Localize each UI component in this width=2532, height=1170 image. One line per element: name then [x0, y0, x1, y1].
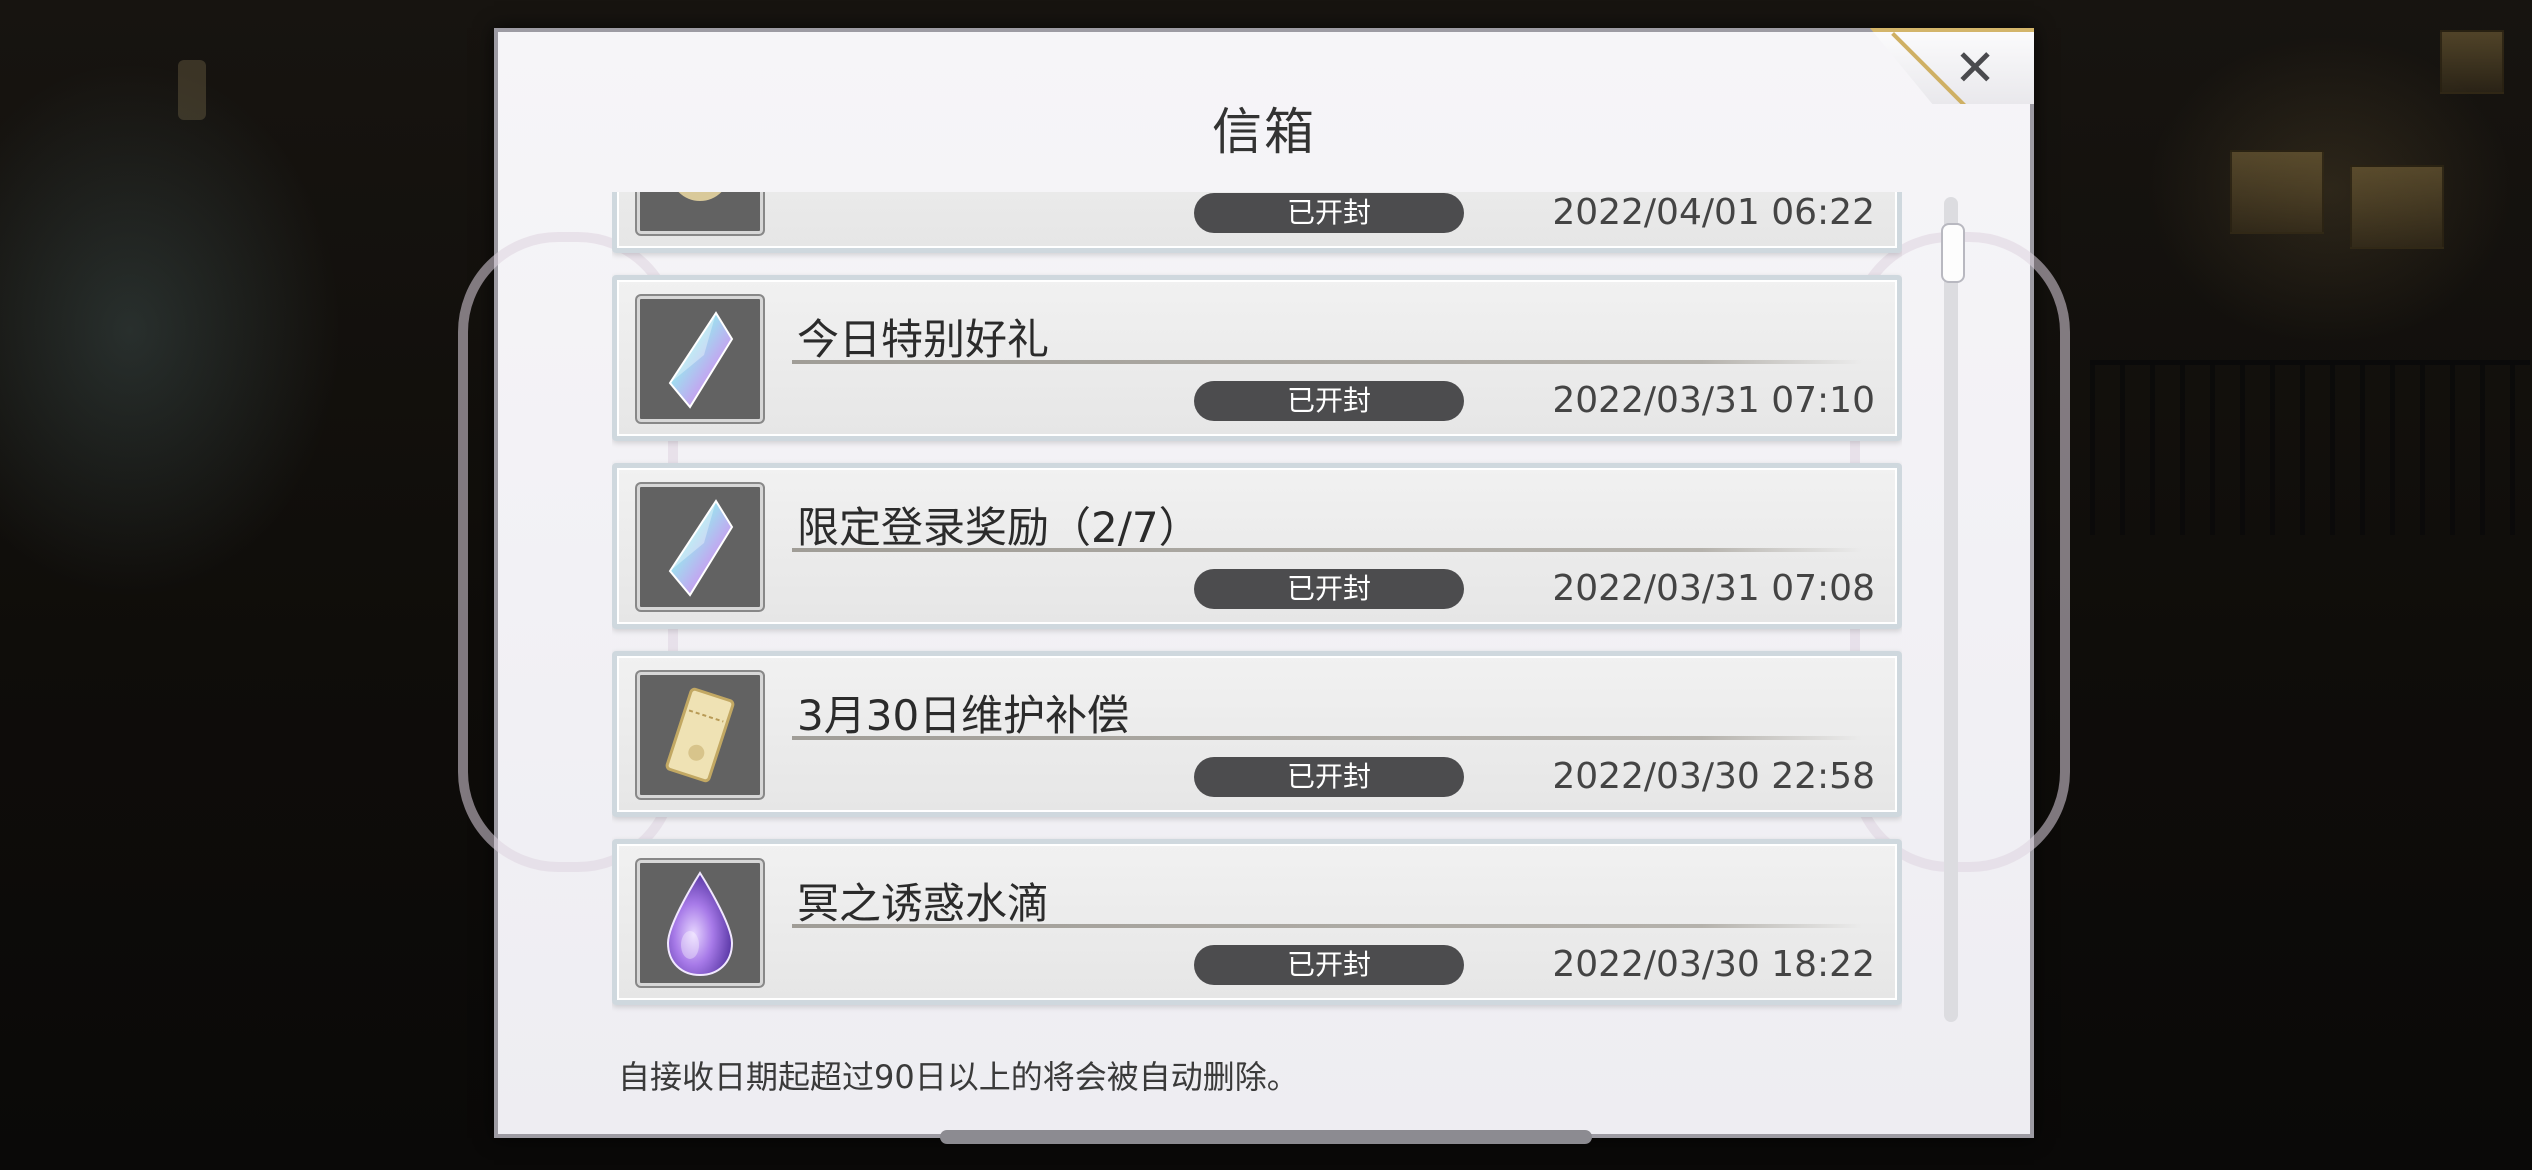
divider — [792, 548, 1862, 552]
ticket-icon — [637, 672, 763, 798]
mail-date: 2022/03/31 07:10 — [1552, 380, 1875, 421]
crystal-icon — [637, 484, 763, 610]
scrollbar[interactable] — [1941, 197, 1965, 1022]
mail-title: 3月30日维护补偿 — [797, 691, 1130, 740]
status-badge: 已开封 — [1194, 757, 1464, 797]
divider — [792, 924, 1862, 928]
mail-title: 今日特别好礼 — [797, 315, 1050, 364]
mail-title: 冥之诱惑水滴 — [797, 879, 1050, 928]
status-badge: 已开封 — [1194, 569, 1464, 609]
fence-decoration — [2090, 360, 2530, 535]
footer-note: 自接收日期起超过90日以上的将会被自动删除。 — [618, 1058, 1299, 1096]
dialog-title: 信箱 — [1212, 103, 1316, 161]
gift-icon — [637, 192, 763, 234]
mail-item[interactable]: 3月30日维护补偿 已开封 2022/03/30 22:58 — [612, 651, 1902, 817]
divider — [792, 360, 1862, 364]
mail-date: 2022/03/31 07:08 — [1552, 568, 1875, 609]
mailbox-dialog: 信箱 ✕ 已开封 2022/04/01 06:22 今日特别好礼 已开封 202… — [458, 28, 2070, 1138]
mail-date: 2022/03/30 22:58 — [1552, 756, 1875, 797]
status-badge: 已开封 — [1194, 945, 1464, 985]
water-drop-icon — [637, 860, 763, 986]
window-decoration — [2440, 30, 2504, 94]
mail-date: 2022/03/30 18:22 — [1552, 944, 1875, 985]
lamp-decoration — [178, 60, 206, 120]
window-decoration — [2230, 150, 2324, 234]
mail-list[interactable]: 已开封 2022/04/01 06:22 今日特别好礼 已开封 2022/03/… — [612, 192, 1902, 1017]
mail-title: 限定登录奖励（2/7） — [797, 503, 1201, 552]
divider — [792, 736, 1862, 740]
crystal-icon — [637, 296, 763, 422]
mail-item[interactable]: 已开封 2022/04/01 06:22 — [612, 192, 1902, 253]
scrollbar-thumb[interactable] — [1941, 223, 1965, 283]
mail-date: 2022/04/01 06:22 — [1552, 192, 1875, 233]
status-badge: 已开封 — [1194, 193, 1464, 233]
close-icon[interactable]: ✕ — [1954, 38, 1996, 98]
window-decoration — [2350, 165, 2444, 249]
mail-item[interactable]: 今日特别好礼 已开封 2022/03/31 07:10 — [612, 275, 1902, 441]
home-indicator[interactable] — [940, 1130, 1592, 1144]
mail-item[interactable]: 冥之诱惑水滴 已开封 2022/03/30 18:22 — [612, 839, 1902, 1005]
status-badge: 已开封 — [1194, 381, 1464, 421]
mail-item[interactable]: 限定登录奖励（2/7） 已开封 2022/03/31 07:08 — [612, 463, 1902, 629]
mail-list-inner: 已开封 2022/04/01 06:22 今日特别好礼 已开封 2022/03/… — [612, 192, 1902, 1017]
